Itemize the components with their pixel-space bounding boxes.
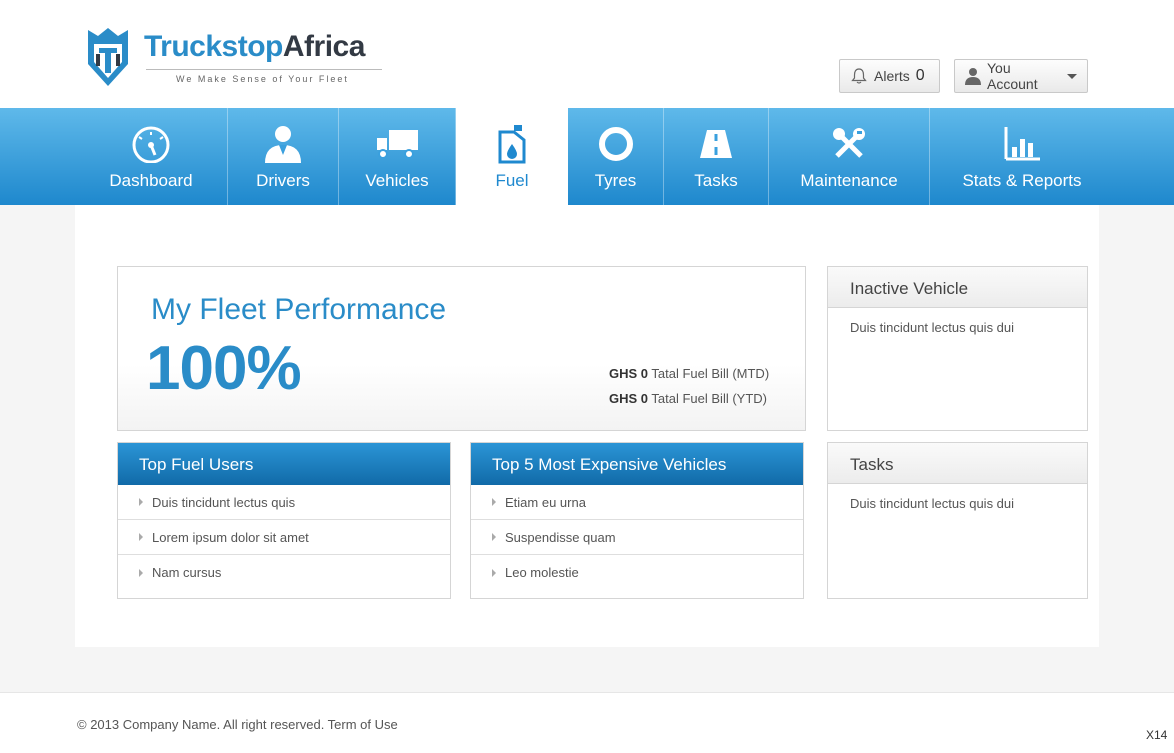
nav-item-tasks[interactable]: Tasks <box>664 108 769 205</box>
fuel-bill-mtd: GHS 0 Tatal Fuel Bill (MTD) <box>609 366 770 381</box>
nav-item-vehicles[interactable]: Vehicles <box>339 108 456 205</box>
top-expensive-title: Top 5 Most Expensive Vehicles <box>471 443 803 485</box>
nav-item-maintenance[interactable]: Maintenance <box>769 108 930 205</box>
user-icon <box>965 67 981 85</box>
top-expensive-vehicles-panel: Top 5 Most Expensive Vehicles Etiam eu u… <box>470 442 804 599</box>
shield-logo-icon <box>88 28 128 86</box>
top-fuel-users-panel: Top Fuel Users Duis tincidunt lectus qui… <box>117 442 451 599</box>
fuel-can-icon <box>496 123 528 165</box>
main-nav: Dashboard Drivers Vehicles Fuel Tyres Ta… <box>0 108 1174 205</box>
nav-item-stats-reports[interactable]: Stats & Reports <box>930 108 1114 205</box>
tasks-title: Tasks <box>828 443 1087 484</box>
logo-divider <box>146 69 382 70</box>
account-button[interactable]: You Account <box>954 59 1088 93</box>
list-item[interactable]: Lorem ipsum dolor sit amet <box>118 520 450 555</box>
brand-tagline: We Make Sense of Your Fleet <box>176 74 349 84</box>
list-item[interactable]: Nam cursus <box>118 555 450 590</box>
road-icon <box>699 123 733 165</box>
nav-label: Fuel <box>495 171 529 190</box>
tools-icon <box>831 123 867 165</box>
nav-label: Tasks <box>694 171 738 190</box>
alerts-count: 0 <box>915 67 925 84</box>
footer-copyright[interactable]: © 2013 Company Name. All right reserved.… <box>77 717 398 732</box>
truck-icon <box>375 123 419 165</box>
alerts-label: Alerts <box>874 68 910 84</box>
speedometer-icon <box>129 123 173 165</box>
performance-value: 100% <box>146 334 302 403</box>
tyre-icon <box>598 123 634 165</box>
chevron-right-icon <box>492 533 496 541</box>
nav-item-tyres[interactable]: Tyres <box>568 108 664 205</box>
chevron-right-icon <box>492 568 496 577</box>
nav-label: Drivers <box>256 171 310 190</box>
list-item[interactable]: Duis tincidunt lectus quis <box>118 485 450 520</box>
bell-icon <box>850 67 868 85</box>
fuel-bill-ytd: GHS 0 Tatal Fuel Bill (YTD) <box>609 391 767 406</box>
list-item[interactable]: Etiam eu urna <box>471 485 803 520</box>
nav-label: Tyres <box>594 171 637 190</box>
chevron-right-icon <box>139 498 143 506</box>
list-item[interactable]: Suspendisse quam <box>471 520 803 555</box>
account-label: You Account <box>987 60 1038 92</box>
bar-chart-icon <box>1002 123 1042 165</box>
header: TruckstopAfrica We Make Sense of Your Fl… <box>0 0 1174 108</box>
top-fuel-users-title: Top Fuel Users <box>118 443 450 485</box>
inactive-vehicle-title: Inactive Vehicle <box>828 267 1087 308</box>
page-code: X14 <box>1146 728 1168 742</box>
nav-label: Vehicles <box>365 171 429 190</box>
nav-item-fuel[interactable]: Fuel <box>456 108 568 205</box>
alerts-button[interactable]: Alerts 0 <box>839 59 940 93</box>
list-item[interactable]: Leo molestie <box>471 555 803 590</box>
brand-logo[interactable]: TruckstopAfrica We Make Sense of Your Fl… <box>84 26 384 90</box>
chevron-right-icon <box>139 533 143 541</box>
chevron-right-icon <box>139 568 143 577</box>
nav-label: Dashboard <box>109 171 193 190</box>
nav-item-dashboard[interactable]: Dashboard <box>75 108 228 205</box>
chevron-right-icon <box>492 498 496 506</box>
nav-item-drivers[interactable]: Drivers <box>228 108 339 205</box>
driver-icon <box>263 123 303 165</box>
tasks-panel: Tasks Duis tincidunt lectus quis dui <box>827 442 1088 599</box>
tasks-text: Duis tincidunt lectus quis dui <box>850 496 1015 511</box>
chevron-down-icon <box>1067 73 1077 79</box>
nav-label: Stats & Reports <box>962 171 1082 190</box>
inactive-vehicle-panel: Inactive Vehicle Duis tincidunt lectus q… <box>827 266 1088 431</box>
nav-label: Maintenance <box>800 171 898 190</box>
brand-name: TruckstopAfrica <box>144 30 365 63</box>
active-tab-pointer <box>456 205 568 241</box>
inactive-vehicle-text: Duis tincidunt lectus quis dui <box>850 320 1015 335</box>
fleet-performance-panel: My Fleet Performance 100% GHS 0 Tatal Fu… <box>117 266 806 431</box>
performance-title: My Fleet Performance <box>151 293 447 326</box>
